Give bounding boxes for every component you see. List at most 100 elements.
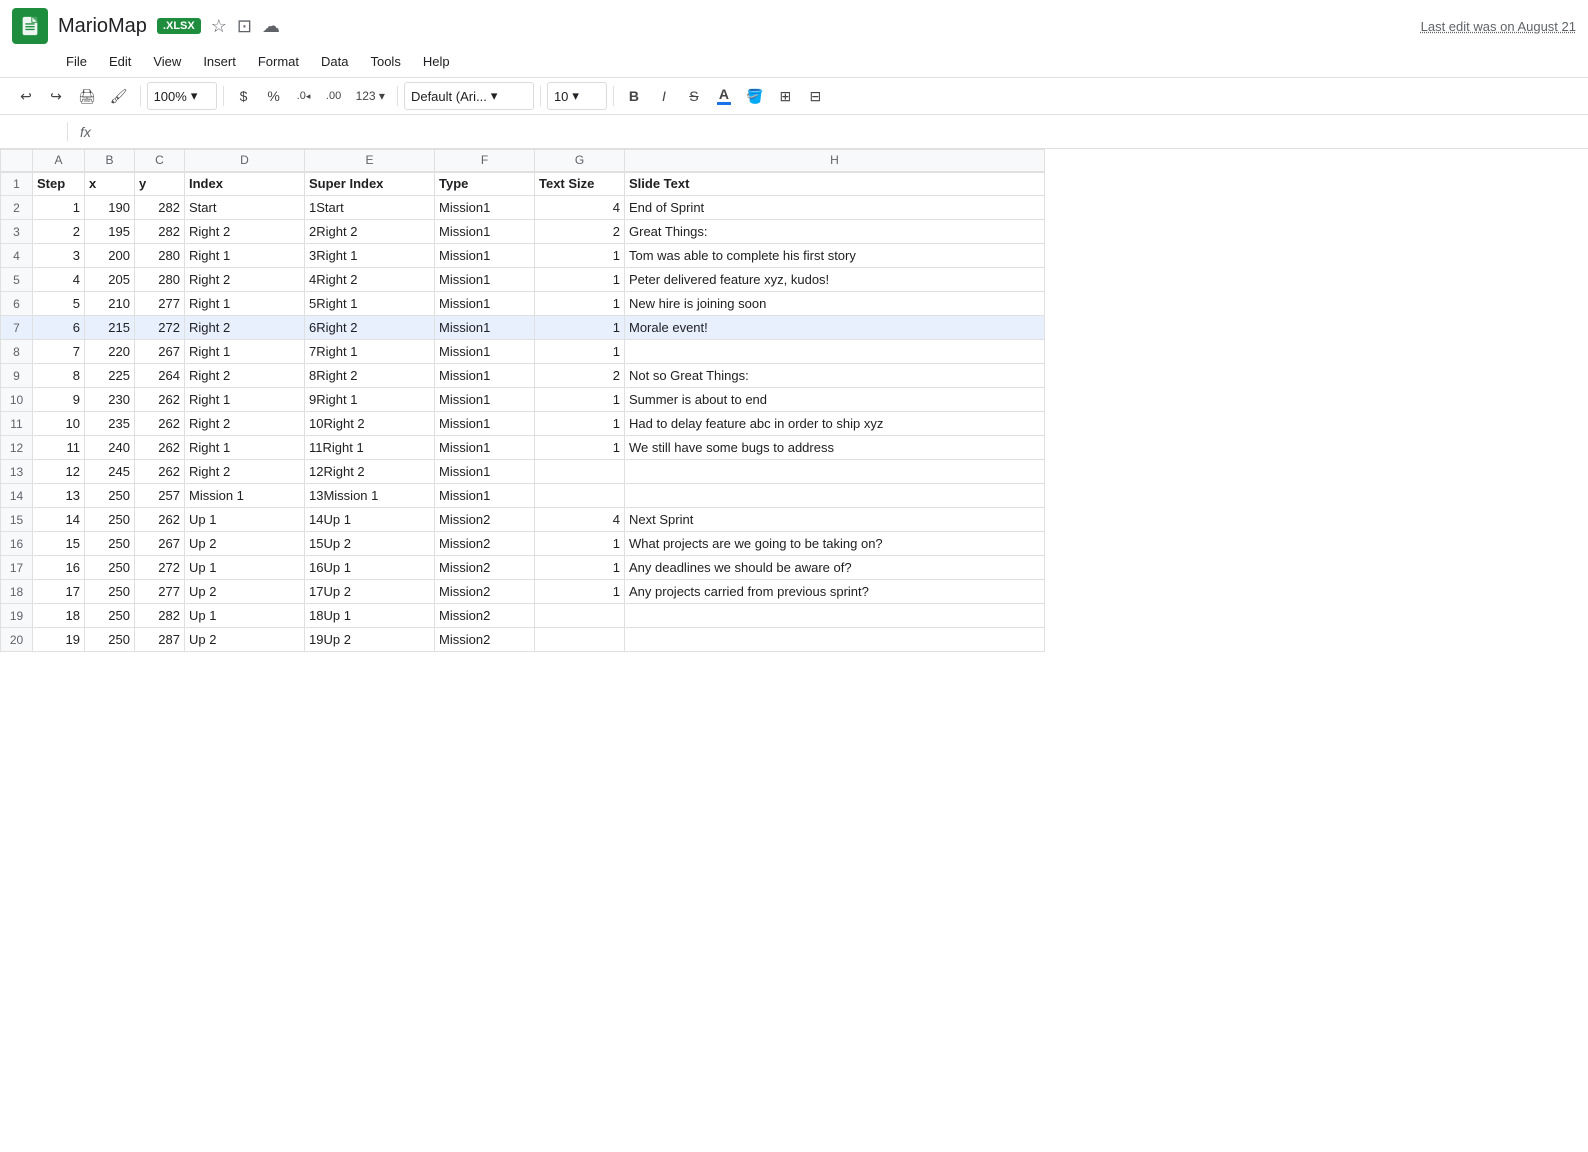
cell-F13[interactable]: Mission1 bbox=[435, 460, 535, 484]
row-8-header[interactable]: 8 bbox=[1, 340, 33, 364]
cell-G11[interactable]: 1 bbox=[535, 412, 625, 436]
cell-A6[interactable]: 5 bbox=[33, 292, 85, 316]
cell-F5[interactable]: Mission1 bbox=[435, 268, 535, 292]
cell-D12[interactable]: Right 1 bbox=[185, 436, 305, 460]
cell-H1[interactable]: Slide Text bbox=[625, 172, 1045, 196]
cell-A14[interactable]: 13 bbox=[33, 484, 85, 508]
cell-G12[interactable]: 1 bbox=[535, 436, 625, 460]
cell-G14[interactable] bbox=[535, 484, 625, 508]
cell-H20[interactable] bbox=[625, 628, 1045, 652]
row-20-header[interactable]: 20 bbox=[1, 628, 33, 652]
cell-H3[interactable]: Great Things: bbox=[625, 220, 1045, 244]
cell-A19[interactable]: 18 bbox=[33, 604, 85, 628]
star-icon[interactable]: ☆ bbox=[211, 16, 227, 37]
cell-D10[interactable]: Right 1 bbox=[185, 388, 305, 412]
cell-D19[interactable]: Up 1 bbox=[185, 604, 305, 628]
cell-E13[interactable]: 12Right 2 bbox=[305, 460, 435, 484]
menu-edit[interactable]: Edit bbox=[99, 50, 141, 73]
cell-B18[interactable]: 250 bbox=[85, 580, 135, 604]
cell-B8[interactable]: 220 bbox=[85, 340, 135, 364]
row-16-header[interactable]: 16 bbox=[1, 532, 33, 556]
row-10-header[interactable]: 10 bbox=[1, 388, 33, 412]
col-H-header[interactable]: H bbox=[625, 150, 1045, 172]
cell-H13[interactable] bbox=[625, 460, 1045, 484]
cell-C3[interactable]: 282 bbox=[135, 220, 185, 244]
row-14-header[interactable]: 14 bbox=[1, 484, 33, 508]
cell-A17[interactable]: 16 bbox=[33, 556, 85, 580]
menu-file[interactable]: File bbox=[56, 50, 97, 73]
cell-C4[interactable]: 280 bbox=[135, 244, 185, 268]
cell-C14[interactable]: 257 bbox=[135, 484, 185, 508]
redo-button[interactable]: ↪ bbox=[42, 82, 70, 110]
decimal-more-button[interactable]: .00 bbox=[320, 82, 348, 110]
row-12-header[interactable]: 12 bbox=[1, 436, 33, 460]
cell-E20[interactable]: 19Up 2 bbox=[305, 628, 435, 652]
cell-F17[interactable]: Mission2 bbox=[435, 556, 535, 580]
cell-A8[interactable]: 7 bbox=[33, 340, 85, 364]
cell-A13[interactable]: 12 bbox=[33, 460, 85, 484]
cell-H17[interactable]: Any deadlines we should be aware of? bbox=[625, 556, 1045, 580]
cell-A7[interactable]: 6 bbox=[33, 316, 85, 340]
cell-F18[interactable]: Mission2 bbox=[435, 580, 535, 604]
decimal-less-button[interactable]: .0◂ bbox=[290, 82, 318, 110]
cell-A10[interactable]: 9 bbox=[33, 388, 85, 412]
cell-B12[interactable]: 240 bbox=[85, 436, 135, 460]
cell-E7[interactable]: 6Right 2 bbox=[305, 316, 435, 340]
cell-A18[interactable]: 17 bbox=[33, 580, 85, 604]
cell-G2[interactable]: 4 bbox=[535, 196, 625, 220]
cell-H10[interactable]: Summer is about to end bbox=[625, 388, 1045, 412]
cell-G20[interactable] bbox=[535, 628, 625, 652]
col-A-header[interactable]: A bbox=[33, 150, 85, 172]
cell-F20[interactable]: Mission2 bbox=[435, 628, 535, 652]
cell-F8[interactable]: Mission1 bbox=[435, 340, 535, 364]
cell-H16[interactable]: What projects are we going to be taking … bbox=[625, 532, 1045, 556]
cell-A4[interactable]: 3 bbox=[33, 244, 85, 268]
cell-D3[interactable]: Right 2 bbox=[185, 220, 305, 244]
cell-E12[interactable]: 11Right 1 bbox=[305, 436, 435, 460]
cell-B2[interactable]: 190 bbox=[85, 196, 135, 220]
row-2-header[interactable]: 2 bbox=[1, 196, 33, 220]
cell-C20[interactable]: 287 bbox=[135, 628, 185, 652]
cell-A5[interactable]: 4 bbox=[33, 268, 85, 292]
cell-G17[interactable]: 1 bbox=[535, 556, 625, 580]
cell-F4[interactable]: Mission1 bbox=[435, 244, 535, 268]
cell-E1[interactable]: Super Index bbox=[305, 172, 435, 196]
menu-insert[interactable]: Insert bbox=[193, 50, 246, 73]
row-15-header[interactable]: 15 bbox=[1, 508, 33, 532]
cell-B11[interactable]: 235 bbox=[85, 412, 135, 436]
cell-E14[interactable]: 13Mission 1 bbox=[305, 484, 435, 508]
number-format-button[interactable]: 123 ▾ bbox=[350, 82, 391, 110]
folder-icon[interactable]: ⊡ bbox=[237, 16, 252, 37]
cell-G4[interactable]: 1 bbox=[535, 244, 625, 268]
cell-F12[interactable]: Mission1 bbox=[435, 436, 535, 460]
cell-E8[interactable]: 7Right 1 bbox=[305, 340, 435, 364]
cell-H14[interactable] bbox=[625, 484, 1045, 508]
cell-B10[interactable]: 230 bbox=[85, 388, 135, 412]
cell-C18[interactable]: 277 bbox=[135, 580, 185, 604]
cell-H5[interactable]: Peter delivered feature xyz, kudos! bbox=[625, 268, 1045, 292]
row-11-header[interactable]: 11 bbox=[1, 412, 33, 436]
cell-B13[interactable]: 245 bbox=[85, 460, 135, 484]
cell-H6[interactable]: New hire is joining soon bbox=[625, 292, 1045, 316]
cell-F19[interactable]: Mission2 bbox=[435, 604, 535, 628]
cell-E3[interactable]: 2Right 2 bbox=[305, 220, 435, 244]
cell-D18[interactable]: Up 2 bbox=[185, 580, 305, 604]
row-19-header[interactable]: 19 bbox=[1, 604, 33, 628]
cell-C2[interactable]: 282 bbox=[135, 196, 185, 220]
cell-B17[interactable]: 250 bbox=[85, 556, 135, 580]
cell-H11[interactable]: Had to delay feature abc in order to shi… bbox=[625, 412, 1045, 436]
cell-A12[interactable]: 11 bbox=[33, 436, 85, 460]
percent-button[interactable]: % bbox=[260, 82, 288, 110]
cell-C10[interactable]: 262 bbox=[135, 388, 185, 412]
cell-D7[interactable]: Right 2 bbox=[185, 316, 305, 340]
cell-B4[interactable]: 200 bbox=[85, 244, 135, 268]
cell-C6[interactable]: 277 bbox=[135, 292, 185, 316]
cell-A20[interactable]: 19 bbox=[33, 628, 85, 652]
cell-G9[interactable]: 2 bbox=[535, 364, 625, 388]
cell-D5[interactable]: Right 2 bbox=[185, 268, 305, 292]
col-G-header[interactable]: G bbox=[535, 150, 625, 172]
cell-D20[interactable]: Up 2 bbox=[185, 628, 305, 652]
cell-D17[interactable]: Up 1 bbox=[185, 556, 305, 580]
cell-B7[interactable]: 215 bbox=[85, 316, 135, 340]
row-18-header[interactable]: 18 bbox=[1, 580, 33, 604]
